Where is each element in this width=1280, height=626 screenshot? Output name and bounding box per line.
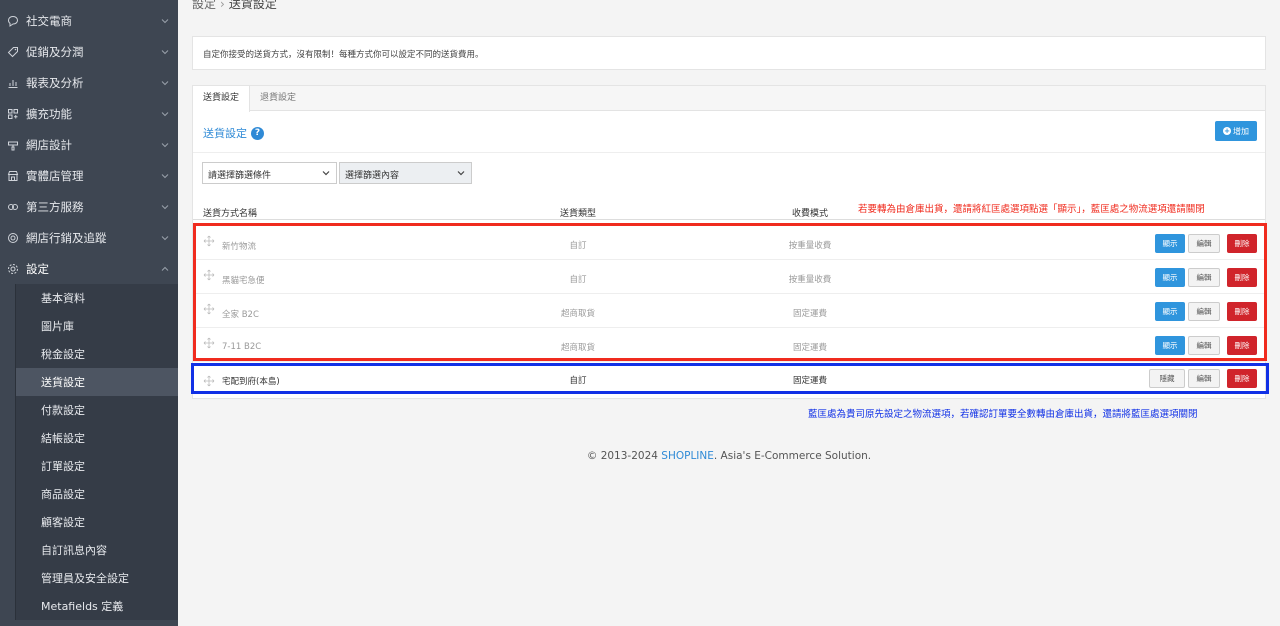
sidebar-item-label: 擴充功能: [26, 106, 72, 121]
sidebar-item-label: 社交電商: [26, 13, 72, 28]
sidebar-subitem-basic-info[interactable]: 基本資料: [16, 284, 178, 312]
sidebar-item-settings[interactable]: 設定: [0, 253, 178, 284]
bar-chart-icon: [6, 76, 20, 90]
section-title: 送貨設定 ?: [203, 125, 264, 141]
sidebar-item-label: 第三方服務: [26, 199, 84, 214]
sidebar-subitem-delivery[interactable]: 送貨設定: [16, 368, 178, 396]
tab-bar: 送貨設定 退貨設定: [193, 86, 1265, 112]
sidebar-item-label: 促銷及分潤: [26, 44, 84, 59]
settings-subnav: 基本資料 圖片庫 稅金設定 送貨設定 付款設定 結帳設定 訂單設定 商品設定 顧…: [15, 284, 178, 620]
sidebar-item-promotions[interactable]: 促銷及分潤: [0, 36, 178, 67]
tab-return-settings[interactable]: 退貨設定: [250, 86, 306, 111]
footer: © 2013-2024 SHOPLINE. Asia's E-Commerce …: [192, 450, 1266, 462]
breadcrumb-separator: ›: [220, 0, 225, 11]
tag-icon: [6, 45, 20, 59]
chevron-down-icon: [160, 46, 170, 56]
sidebar-subitem-custom-messages[interactable]: 自訂訊息內容: [16, 536, 178, 564]
footer-brand-link[interactable]: SHOPLINE: [661, 450, 714, 462]
chevron-up-icon: [160, 263, 170, 273]
sidebar-subitem-payment[interactable]: 付款設定: [16, 396, 178, 424]
breadcrumb: 設定 › 送貨設定: [192, 0, 277, 12]
grid-plus-icon: [6, 107, 20, 121]
sidebar-item-label: 設定: [26, 261, 49, 276]
tab-delivery-settings[interactable]: 送貨設定: [193, 86, 251, 112]
sidebar-item-label: 網店行銷及追蹤: [26, 230, 107, 245]
sidebar-item-third-party[interactable]: 第三方服務: [0, 191, 178, 222]
chevron-down-icon: [160, 232, 170, 242]
chevron-down-icon: [160, 108, 170, 118]
sidebar-subitem-order[interactable]: 訂單設定: [16, 452, 178, 480]
chevron-down-icon: [160, 15, 170, 25]
store-icon: [6, 169, 20, 183]
sidebar-item-reports[interactable]: 報表及分析: [0, 67, 178, 98]
chat-bubble-icon: [6, 14, 20, 28]
breadcrumb-parent[interactable]: 設定: [192, 0, 216, 11]
red-highlight-box: [193, 223, 1267, 361]
sidebar-item-label: 網店設計: [26, 137, 72, 152]
sidebar-item-physical-store[interactable]: 實體店管理: [0, 160, 178, 191]
footer-prefix: © 2013-2024: [586, 450, 662, 462]
sidebar: 社交電商 促銷及分潤 報表及分析 擴充功能 網店設計 實體店管理 第三方服務 網…: [0, 0, 178, 626]
filter-condition-select[interactable]: 請選擇篩選條件: [202, 162, 337, 184]
chevron-down-icon: [322, 169, 330, 177]
info-panel: 自定你接受的送貨方式，沒有限制！每種方式你可以設定不同的送貨費用。: [192, 36, 1266, 70]
sidebar-subitem-checkout[interactable]: 結帳設定: [16, 424, 178, 452]
sidebar-subitem-admin-security[interactable]: 管理員及安全設定: [16, 564, 178, 592]
column-header-name: 送貨方式名稱: [203, 209, 258, 219]
red-annotation-note: 若要轉為由倉庫出貨，還請將紅匡處選項點選「顯示」，藍匡處之物流選項還請關閉: [858, 204, 1205, 215]
add-button-label: 增加: [1233, 126, 1249, 136]
chevron-down-icon: [457, 169, 465, 177]
chevron-down-icon: [160, 139, 170, 149]
column-header-mode: 收費模式: [792, 209, 829, 219]
sidebar-item-social-commerce[interactable]: 社交電商: [0, 5, 178, 36]
gear-icon: [6, 262, 20, 276]
sidebar-item-label: 實體店管理: [26, 168, 84, 183]
help-icon[interactable]: ?: [251, 126, 264, 140]
column-header-type: 送貨類型: [560, 209, 597, 219]
chevron-down-icon: [160, 201, 170, 211]
chevron-down-icon: [160, 170, 170, 180]
sidebar-item-extensions[interactable]: 擴充功能: [0, 98, 178, 129]
plus-icon: +: [1223, 127, 1231, 135]
section-header: 送貨設定 ? + 增加: [193, 111, 1265, 153]
sidebar-subitem-image-library[interactable]: 圖片庫: [16, 312, 178, 340]
sidebar-item-label: 報表及分析: [26, 75, 84, 90]
filter-value-select[interactable]: 選擇篩選內容: [339, 162, 472, 184]
add-button[interactable]: + 增加: [1215, 121, 1257, 141]
footer-suffix: . Asia's E-Commerce Solution.: [713, 450, 872, 462]
sidebar-subitem-product[interactable]: 商品設定: [16, 480, 178, 508]
paint-brush-icon: [6, 138, 20, 152]
sidebar-subitem-customer[interactable]: 顧客設定: [16, 508, 178, 536]
target-icon: [6, 231, 20, 245]
sidebar-subitem-metafields[interactable]: Metafields 定義: [16, 592, 178, 620]
breadcrumb-current: 送貨設定: [228, 0, 277, 11]
handshake-icon: [6, 200, 20, 214]
filter-value-value: 選擇篩選內容: [345, 171, 400, 181]
sidebar-item-marketing[interactable]: 網店行銷及追蹤: [0, 222, 178, 253]
filter-condition-value: 請選擇篩選條件: [208, 171, 272, 181]
chevron-down-icon: [160, 77, 170, 87]
blue-annotation-note: 藍匡處為貴司原先設定之物流選項，若確認訂單要全數轉由倉庫出貨，還請將藍匡處選項關…: [808, 409, 1198, 420]
blue-highlight-box: [191, 363, 1269, 394]
section-title-text: 送貨設定: [203, 127, 247, 140]
sidebar-item-store-design[interactable]: 網店設計: [0, 129, 178, 160]
sidebar-subitem-tax[interactable]: 稅金設定: [16, 340, 178, 368]
